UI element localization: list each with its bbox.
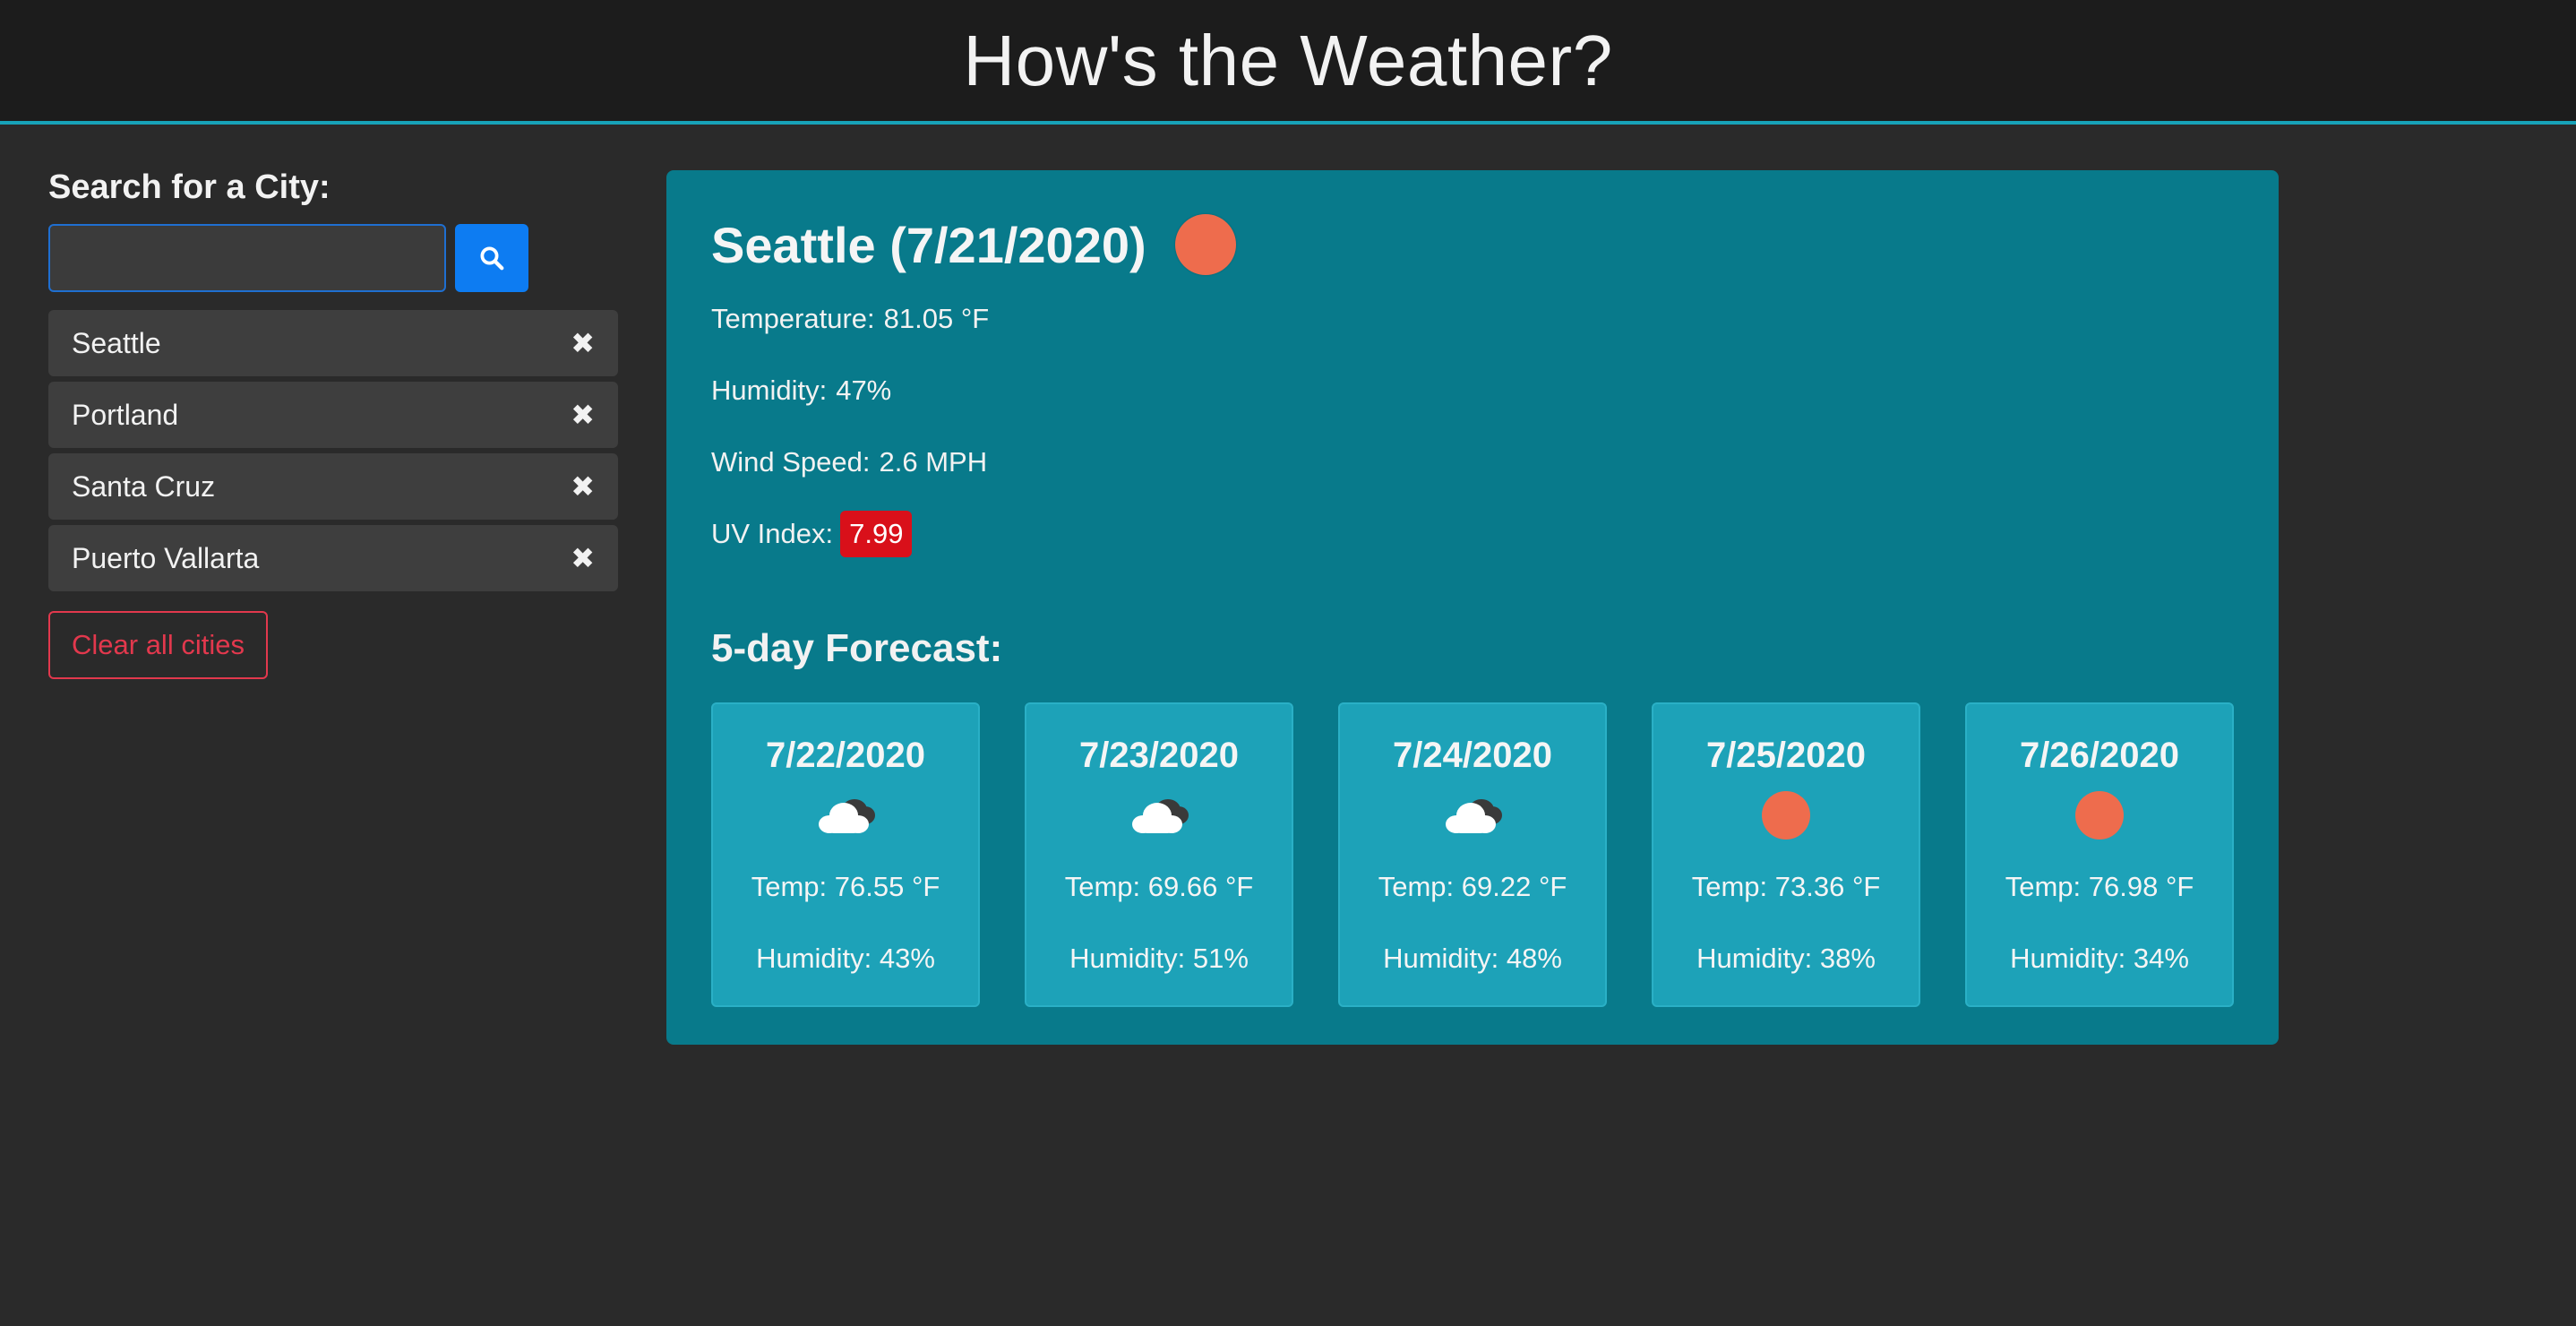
forecast-humidity: Humidity: 38%	[1696, 943, 1876, 974]
humidity-label: Humidity:	[711, 375, 828, 406]
city-search-input[interactable]	[48, 224, 446, 292]
forecast-temp: Temp: 69.22 °F	[1378, 871, 1567, 902]
city-item-seattle[interactable]: Seattle ✖	[48, 310, 618, 376]
current-weather-header: Seattle (7/21/2020)	[711, 206, 2234, 283]
forecast-temp: Temp: 69.66 °F	[1064, 871, 1254, 902]
forecast-temp: Temp: 76.55 °F	[751, 871, 940, 902]
temperature-label: Temperature:	[711, 303, 875, 334]
forecast-card: 7/22/2020 Temp: 76.55 °F Humidity: 43%	[711, 702, 980, 1007]
city-item-santa-cruz[interactable]: Santa Cruz ✖	[48, 453, 618, 520]
humidity-value: 47%	[836, 375, 892, 406]
close-icon[interactable]: ✖	[571, 472, 595, 501]
forecast-humidity: Humidity: 34%	[2010, 943, 2189, 974]
forecast-row: 7/22/2020 Temp: 76.55 °F Humidity: 43% 7…	[711, 702, 2234, 1007]
uv-index-badge: 7.99	[840, 511, 913, 557]
forecast-date: 7/26/2020	[2020, 736, 2179, 775]
forecast-date: 7/25/2020	[1706, 736, 1866, 775]
cloud-icon	[1437, 779, 1508, 851]
city-name: Puerto Vallarta	[72, 541, 260, 574]
search-row	[48, 224, 618, 292]
wind-stat: Wind Speed: 2.6 MPH	[711, 439, 2234, 511]
clear-all-cities-button[interactable]: Clear all cities	[48, 611, 268, 679]
weather-panel: Seattle (7/21/2020) Temperature: 81.05 °…	[666, 170, 2279, 1045]
sun-icon	[1762, 779, 1810, 851]
page-title: How's the Weather?	[963, 20, 1613, 100]
forecast-humidity: Humidity: 43%	[756, 943, 935, 974]
cloud-icon	[1123, 779, 1195, 851]
forecast-date: 7/23/2020	[1079, 736, 1239, 775]
forecast-card: 7/24/2020 Temp: 69.22 °F Humidity: 48%	[1338, 702, 1607, 1007]
close-icon[interactable]: ✖	[571, 400, 595, 429]
temperature-value: 81.05 °F	[883, 303, 990, 334]
temperature-stat: Temperature: 81.05 °F	[711, 296, 2234, 367]
uv-stat: UV Index: 7.99	[711, 511, 2234, 582]
city-item-portland[interactable]: Portland ✖	[48, 382, 618, 448]
wind-value: 2.6 MPH	[879, 446, 988, 478]
uv-label: UV Index:	[711, 518, 834, 549]
close-icon[interactable]: ✖	[571, 544, 595, 573]
current-city-title: Seattle (7/21/2020)	[711, 216, 1146, 273]
forecast-temp: Temp: 73.36 °F	[1691, 871, 1881, 902]
forecast-title: 5-day Forecast:	[711, 626, 1003, 670]
forecast-humidity: Humidity: 48%	[1383, 943, 1562, 974]
search-icon	[480, 246, 504, 271]
city-name: Santa Cruz	[72, 469, 216, 503]
search-button[interactable]	[455, 224, 528, 292]
page-header: How's the Weather?	[0, 0, 2576, 125]
forecast-card: 7/25/2020 Temp: 73.36 °F Humidity: 38%	[1652, 702, 1920, 1007]
humidity-stat: Humidity: 47%	[711, 367, 2234, 439]
wind-label: Wind Speed:	[711, 446, 871, 478]
city-item-puerto-vallarta[interactable]: Puerto Vallarta ✖	[48, 525, 618, 591]
forecast-humidity: Humidity: 51%	[1069, 943, 1249, 974]
forecast-date: 7/22/2020	[766, 736, 925, 775]
sun-icon	[1174, 214, 1236, 275]
city-name: Portland	[72, 398, 179, 431]
forecast-date: 7/24/2020	[1393, 736, 1552, 775]
search-label: Search for a City:	[48, 168, 331, 206]
sidebar: Search for a City: Seattle ✖ Portland ✖ …	[48, 167, 618, 679]
close-icon[interactable]: ✖	[571, 329, 595, 357]
cloud-icon	[810, 779, 881, 851]
forecast-card: 7/23/2020 Temp: 69.66 °F Humidity: 51%	[1025, 702, 1293, 1007]
sun-icon	[2075, 779, 2124, 851]
forecast-card: 7/26/2020 Temp: 76.98 °F Humidity: 34%	[1965, 702, 2234, 1007]
city-name: Seattle	[72, 326, 161, 359]
forecast-temp: Temp: 76.98 °F	[2005, 871, 2194, 902]
